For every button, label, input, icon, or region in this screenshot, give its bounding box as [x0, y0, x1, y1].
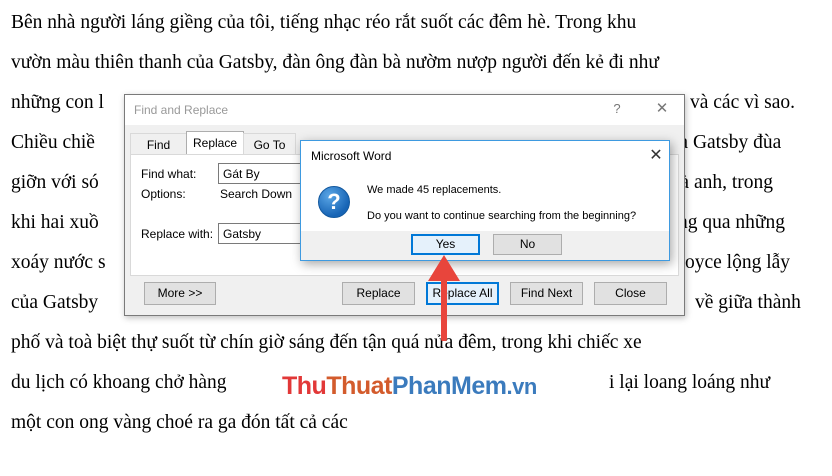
red-arrow-icon — [428, 255, 460, 341]
doc-line-4: Chiều chiề — [11, 132, 95, 153]
tab-find[interactable]: Find — [130, 133, 187, 155]
find-next-button[interactable]: Find Next — [510, 282, 583, 305]
watermark-part-3: PhanMem — [391, 372, 507, 400]
doc-line-10: du lịch có khoang chở hàng — [11, 372, 227, 393]
tab-goto[interactable]: Go To — [243, 133, 296, 155]
microsoft-word-message-box: Microsoft Word ✕ ? We made 45 replacemen… — [300, 140, 670, 261]
doc-line-7: xoáy nước s — [11, 252, 106, 273]
doc-fragment-6: về giữa thành — [695, 292, 801, 313]
doc-line-3: những con l — [11, 92, 104, 113]
message-line-1: We made 45 replacements. — [367, 184, 502, 196]
doc-line-6: khi hai xuồ — [11, 212, 99, 233]
watermark-part-2: Thuat — [326, 372, 392, 400]
watermark-logo: ThuThuatPhanMem.vn — [282, 369, 582, 403]
no-button[interactable]: No — [493, 234, 562, 255]
find-what-label: Find what: — [141, 167, 197, 181]
close-icon[interactable]: ✕ — [652, 99, 672, 117]
doc-line-1: Bên nhà người láng giềng của tôi, tiếng … — [11, 12, 637, 33]
doc-line-11: một con ong vàng choé ra ga đón tất cả c… — [11, 412, 348, 433]
question-icon: ? — [318, 186, 350, 218]
doc-fragment-3: ià anh, trong — [675, 172, 774, 193]
close-button[interactable]: Close — [594, 282, 667, 305]
options-value: Search Down — [220, 187, 293, 201]
doc-line-5: giỡn với só — [11, 172, 99, 193]
doc-fragment-4: ng qua những — [678, 212, 785, 233]
replace-with-label: Replace with: — [141, 227, 214, 241]
tab-replace[interactable]: Replace — [186, 131, 244, 155]
dialog-title: Find and Replace — [134, 103, 229, 117]
dialog-titlebar[interactable]: Find and Replace ? ✕ — [125, 95, 684, 125]
doc-fragment-7: i lại loang loáng như — [609, 372, 771, 393]
watermark-part-4: .vn — [506, 374, 537, 399]
message-box-titlebar[interactable]: Microsoft Word ✕ — [301, 141, 669, 171]
doc-line-2: vườn màu thiên thanh của Gatsby, đàn ông… — [11, 52, 659, 73]
close-icon[interactable]: ✕ — [647, 145, 665, 165]
replace-button[interactable]: Replace — [342, 282, 415, 305]
doc-line-9: phố và toà biệt thự suốt từ chín giờ sán… — [11, 332, 642, 353]
options-label: Options: — [141, 187, 186, 201]
more-button[interactable]: More >> — [144, 282, 216, 305]
message-line-2: Do you want to continue searching from t… — [367, 210, 637, 222]
doc-fragment-5: oyce lộng lẫy — [685, 252, 791, 273]
doc-fragment-1: và các vì sao. — [690, 92, 796, 113]
watermark-part-1: Thu — [282, 372, 327, 400]
yes-button[interactable]: Yes — [411, 234, 480, 255]
help-icon[interactable]: ? — [609, 101, 625, 116]
doc-fragment-2: ia Gatsby đùa — [674, 132, 782, 153]
doc-line-8: của Gatsby — [11, 292, 99, 313]
message-box-body: ? We made 45 replacements. Do you want t… — [301, 171, 669, 231]
message-box-title: Microsoft Word — [311, 149, 392, 163]
